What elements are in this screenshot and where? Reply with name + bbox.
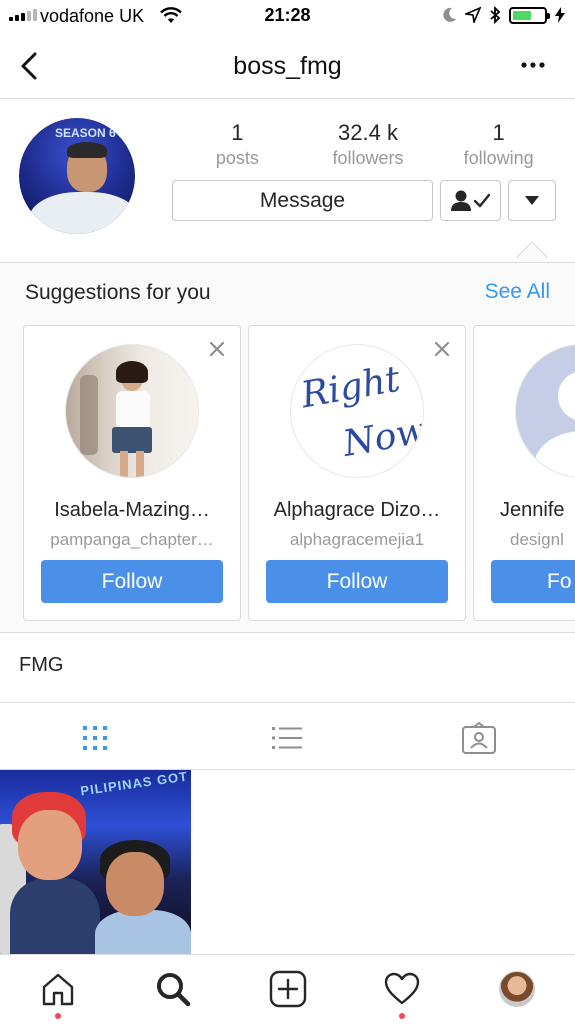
activity-notification-dot	[399, 1013, 405, 1019]
home-icon	[42, 973, 74, 1006]
profile-header: SEASON 6 1 posts 32.4 k followers 1 foll…	[0, 100, 575, 273]
status-right	[443, 6, 565, 24]
message-button[interactable]: Message	[172, 180, 433, 221]
moon-icon	[443, 7, 456, 22]
list-icon	[272, 727, 302, 749]
stat-followers-label: followers	[332, 148, 404, 168]
add-icon	[269, 970, 307, 1008]
suggestion-handle: pampanga_chapter…	[50, 530, 214, 549]
bluetooth-icon	[490, 6, 501, 24]
post-thumbnail[interactable]: PILIPINAS GOT	[0, 770, 191, 954]
tab-grid[interactable]	[78, 721, 112, 755]
profile-bio: FMG	[19, 654, 64, 676]
tab-tagged[interactable]	[462, 721, 496, 755]
nav-activity[interactable]	[382, 969, 422, 1009]
profile-avatar	[499, 971, 535, 1007]
suggestions-panel: Suggestions for you See All Isabela-Mazi…	[0, 262, 575, 633]
avatar[interactable]: SEASON 6	[19, 118, 135, 234]
profile-stats: 1 posts 32.4 k followers 1 following	[172, 120, 564, 169]
suggestion-avatar[interactable]: Right Now	[290, 344, 424, 478]
stat-posts-label: posts	[215, 148, 259, 168]
home-notification-dot	[55, 1013, 61, 1019]
follow-button[interactable]: Follow	[266, 560, 448, 603]
chevron-down-icon	[525, 196, 539, 205]
suggestions-title: Suggestions for you	[25, 281, 211, 304]
search-icon	[157, 973, 191, 1007]
stat-posts-value: 1	[231, 120, 244, 145]
stat-following[interactable]: 1 following	[433, 120, 564, 169]
see-all-link[interactable]: See All	[485, 280, 550, 304]
bottom-tab-bar	[0, 954, 575, 1024]
stat-posts[interactable]: 1 posts	[172, 120, 303, 169]
suggestion-card: Right Now Alphagrace Dizo… alphagracemej…	[248, 325, 466, 621]
tagged-icon	[462, 722, 496, 754]
battery-icon	[509, 6, 550, 24]
following-check-icon	[450, 190, 490, 211]
suggestion-name[interactable]: Jennife	[474, 499, 575, 522]
post-banner-text: PILIPINAS GOT	[79, 770, 189, 799]
follow-button[interactable]: Follow	[41, 560, 223, 603]
suggestion-avatar[interactable]	[65, 344, 199, 478]
follow-button[interactable]: Fo	[491, 560, 575, 603]
stat-followers[interactable]: 32.4 k followers	[303, 120, 434, 169]
nav-search[interactable]	[153, 969, 193, 1009]
nav-home[interactable]	[38, 969, 78, 1009]
close-icon[interactable]	[433, 340, 451, 358]
suggestion-handle: designl	[510, 530, 564, 549]
stat-following-value: 1	[492, 120, 505, 145]
suggestions-toggle-button[interactable]	[508, 180, 556, 221]
status-bar: vodafone UK 21:28	[0, 0, 575, 32]
logo-text-line2: Now	[340, 410, 424, 465]
nav-add[interactable]	[268, 969, 308, 1009]
stat-following-label: following	[463, 148, 534, 168]
charging-icon	[555, 7, 565, 23]
close-icon[interactable]	[208, 340, 226, 358]
top-nav: boss_fmg	[0, 32, 575, 99]
tab-list[interactable]	[270, 721, 304, 755]
location-icon	[465, 7, 481, 23]
suggestion-name[interactable]: Alphagrace Dizo…	[249, 499, 465, 522]
suggestion-handle: alphagracemejia1	[289, 530, 425, 549]
logo-text-line1: Right	[298, 358, 404, 417]
suggestion-name[interactable]: Isabela-Mazing…	[24, 499, 240, 522]
grid-icon	[83, 726, 107, 750]
more-icon[interactable]	[521, 62, 545, 68]
avatar-badge: SEASON 6	[55, 126, 116, 140]
suggestion-card: Isabela-Mazing… pampanga_chapter… Follow	[23, 325, 241, 621]
nav-profile[interactable]	[497, 969, 537, 1009]
stat-followers-value: 32.4 k	[338, 120, 398, 145]
suggestion-avatar[interactable]	[515, 344, 575, 478]
page-title: boss_fmg	[233, 52, 342, 80]
suggestion-card: Jennife designl Fo	[473, 325, 575, 621]
following-button[interactable]	[440, 180, 501, 221]
heart-icon	[384, 972, 420, 1005]
profile-tabs	[0, 702, 575, 770]
